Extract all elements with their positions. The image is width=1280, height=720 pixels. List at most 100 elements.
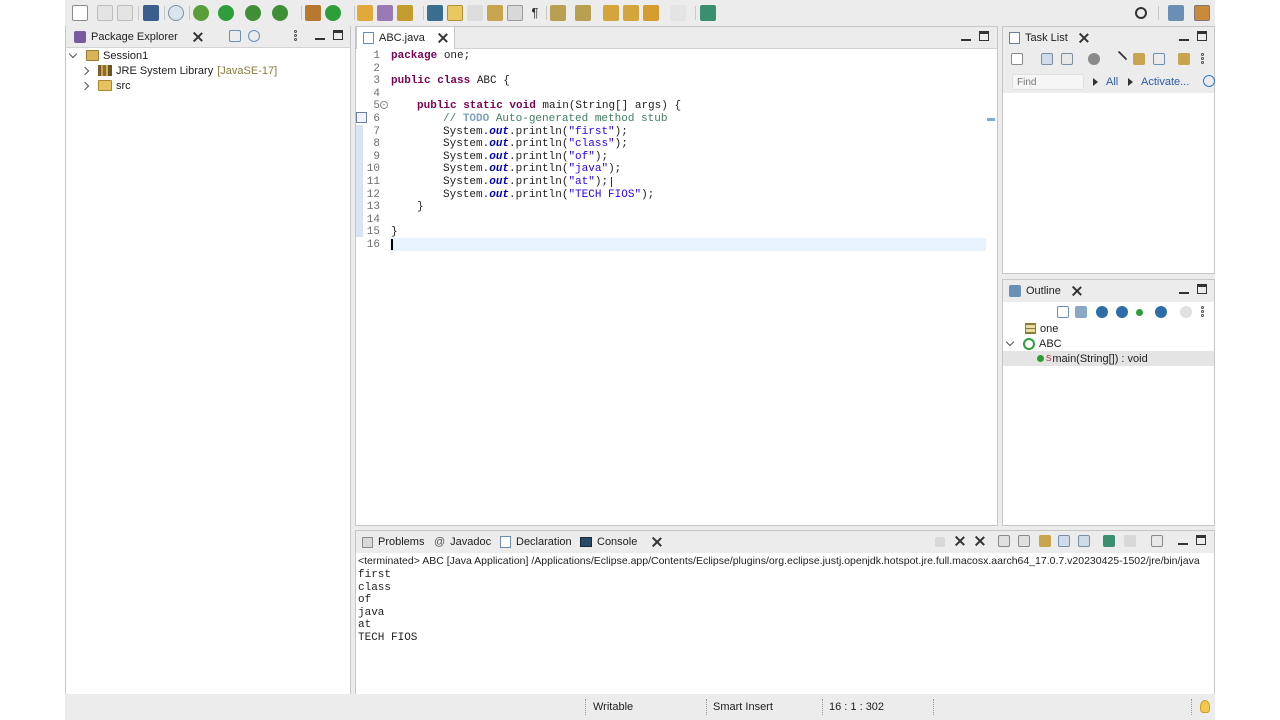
clear-console-icon[interactable]: [998, 535, 1010, 547]
remove-all-terminated-icon[interactable]: [974, 535, 986, 547]
chevron-right-icon[interactable]: [80, 81, 90, 90]
word-wrap-icon[interactable]: [1039, 535, 1051, 547]
minimize-icon[interactable]: [961, 31, 971, 41]
last-edit-location-icon[interactable]: [603, 5, 619, 21]
block-selection-icon[interactable]: [467, 5, 483, 21]
new-task-icon[interactable]: [1011, 53, 1023, 65]
tab-outline[interactable]: Outline: [1003, 280, 1088, 302]
new-java-class-icon[interactable]: [325, 5, 341, 21]
terminal-icon[interactable]: [143, 5, 159, 21]
help-icon[interactable]: [1203, 75, 1215, 87]
debug-icon[interactable]: [193, 5, 209, 21]
skip-breakpoints-icon[interactable]: [168, 5, 184, 21]
minimize-icon[interactable]: [315, 30, 325, 40]
tab-package-explorer[interactable]: Package Explorer: [68, 26, 209, 48]
tree-item-session1[interactable]: Session1: [68, 48, 148, 63]
tree-item-jre-system-library[interactable]: JRE System Library [JavaSE-17]: [80, 63, 277, 78]
open-perspective-icon[interactable]: [1168, 5, 1184, 21]
view-menu-icon[interactable]: [1201, 306, 1205, 318]
scroll-lock-icon[interactable]: [1018, 535, 1030, 547]
back-icon[interactable]: [643, 5, 659, 21]
chevron-down-icon[interactable]: [1005, 337, 1015, 347]
open-console-icon[interactable]: [1151, 535, 1163, 547]
show-on-stdout-icon[interactable]: [1058, 535, 1070, 547]
terminate-icon[interactable]: [935, 537, 945, 547]
maximize-icon[interactable]: [1196, 535, 1206, 545]
undo-edit-icon[interactable]: [623, 5, 639, 21]
close-icon[interactable]: [652, 537, 662, 547]
tab-problems[interactable]: Problems: [356, 531, 430, 553]
close-icon[interactable]: [193, 32, 203, 42]
tab-console[interactable]: Console: [574, 531, 668, 553]
toggle-highlight-icon[interactable]: [447, 5, 463, 21]
tab-declaration[interactable]: Declaration: [494, 531, 578, 553]
close-icon[interactable]: [438, 33, 448, 43]
link-with-editor-icon[interactable]: [248, 30, 260, 42]
show-on-stderr-icon[interactable]: [1078, 535, 1090, 547]
external-tools-icon[interactable]: [272, 5, 288, 21]
maximize-icon[interactable]: [979, 31, 989, 41]
search-icon[interactable]: [1135, 7, 1147, 19]
hide-fields-icon[interactable]: [1096, 306, 1108, 318]
next-annotation-icon[interactable]: [550, 5, 566, 21]
maximize-icon[interactable]: [1197, 284, 1207, 294]
maximize-icon[interactable]: [1197, 31, 1207, 41]
outline-item-class[interactable]: ABC: [1003, 336, 1214, 351]
chevron-down-icon[interactable]: [68, 49, 78, 59]
minimize-icon[interactable]: [1179, 31, 1189, 41]
save-icon[interactable]: [97, 5, 113, 21]
close-icon[interactable]: [1079, 33, 1089, 43]
display-selected-console-icon[interactable]: [1124, 535, 1136, 547]
hide-non-public-icon[interactable]: [1136, 309, 1143, 316]
tree-item-src[interactable]: src: [80, 78, 131, 93]
new-java-project-icon[interactable]: [305, 5, 321, 21]
collapse-all-icon[interactable]: [229, 30, 241, 42]
focus-icon[interactable]: [1180, 306, 1192, 318]
focus-icon[interactable]: [1133, 53, 1145, 65]
maximize-icon[interactable]: [333, 30, 343, 40]
categorized-icon[interactable]: [1041, 53, 1053, 65]
link-icon[interactable]: [1178, 53, 1190, 65]
all-link[interactable]: All: [1106, 76, 1118, 88]
run-icon[interactable]: [218, 5, 234, 21]
outline-item-method[interactable]: S main(String[]) : void: [1003, 351, 1214, 366]
previous-annotation-icon[interactable]: [575, 5, 591, 21]
save-all-icon[interactable]: [117, 5, 133, 21]
toggle-mark-occurrences-icon[interactable]: [427, 5, 443, 21]
collapse-all-icon[interactable]: [1153, 53, 1165, 65]
view-menu-icon[interactable]: [1201, 53, 1205, 65]
show-whitespace-icon[interactable]: [507, 5, 523, 21]
activate-link[interactable]: Activate...: [1141, 76, 1189, 88]
hide-local-types-icon[interactable]: [1155, 306, 1167, 318]
search-tool-icon[interactable]: [397, 5, 413, 21]
tab-javadoc[interactable]: @ Javadoc: [428, 531, 497, 553]
open-type-icon[interactable]: [357, 5, 373, 21]
code-editor[interactable]: - 1 package one; 2 3 public class ABC { 4 …: [356, 49, 997, 525]
collapse-all-icon[interactable]: [1057, 306, 1069, 318]
java-perspective-icon[interactable]: [1194, 5, 1210, 21]
remove-launch-icon[interactable]: [954, 535, 966, 547]
tab-abc-java[interactable]: ABC.java: [356, 27, 455, 49]
synchronize-icon[interactable]: [1088, 53, 1100, 65]
coverage-icon[interactable]: [245, 5, 261, 21]
minimize-icon[interactable]: [1178, 535, 1188, 545]
chevron-right-icon[interactable]: [80, 66, 90, 75]
view-menu-icon[interactable]: [294, 30, 298, 42]
pilcrow-icon[interactable]: ¶: [527, 5, 543, 21]
outline-item-package[interactable]: one: [1003, 321, 1214, 336]
pin-console-icon[interactable]: [1103, 535, 1115, 547]
pin-editor-icon[interactable]: [700, 5, 716, 21]
hide-static-icon[interactable]: [1116, 306, 1128, 318]
lightbulb-icon[interactable]: [1200, 700, 1210, 713]
console-body[interactable]: <terminated> ABC [Java Application] /App…: [356, 553, 1214, 695]
scheduled-icon[interactable]: [1061, 53, 1073, 65]
sort-icon[interactable]: [1075, 306, 1087, 318]
hide-completed-icon[interactable]: [1110, 50, 1128, 68]
open-task-icon[interactable]: [377, 5, 393, 21]
word-wrap-icon[interactable]: [487, 5, 503, 21]
tab-task-list[interactable]: Task List: [1003, 27, 1095, 49]
new-file-icon[interactable]: [72, 5, 88, 21]
minimize-icon[interactable]: [1179, 284, 1189, 294]
forward-icon[interactable]: [670, 5, 686, 21]
close-icon[interactable]: [1072, 286, 1082, 296]
